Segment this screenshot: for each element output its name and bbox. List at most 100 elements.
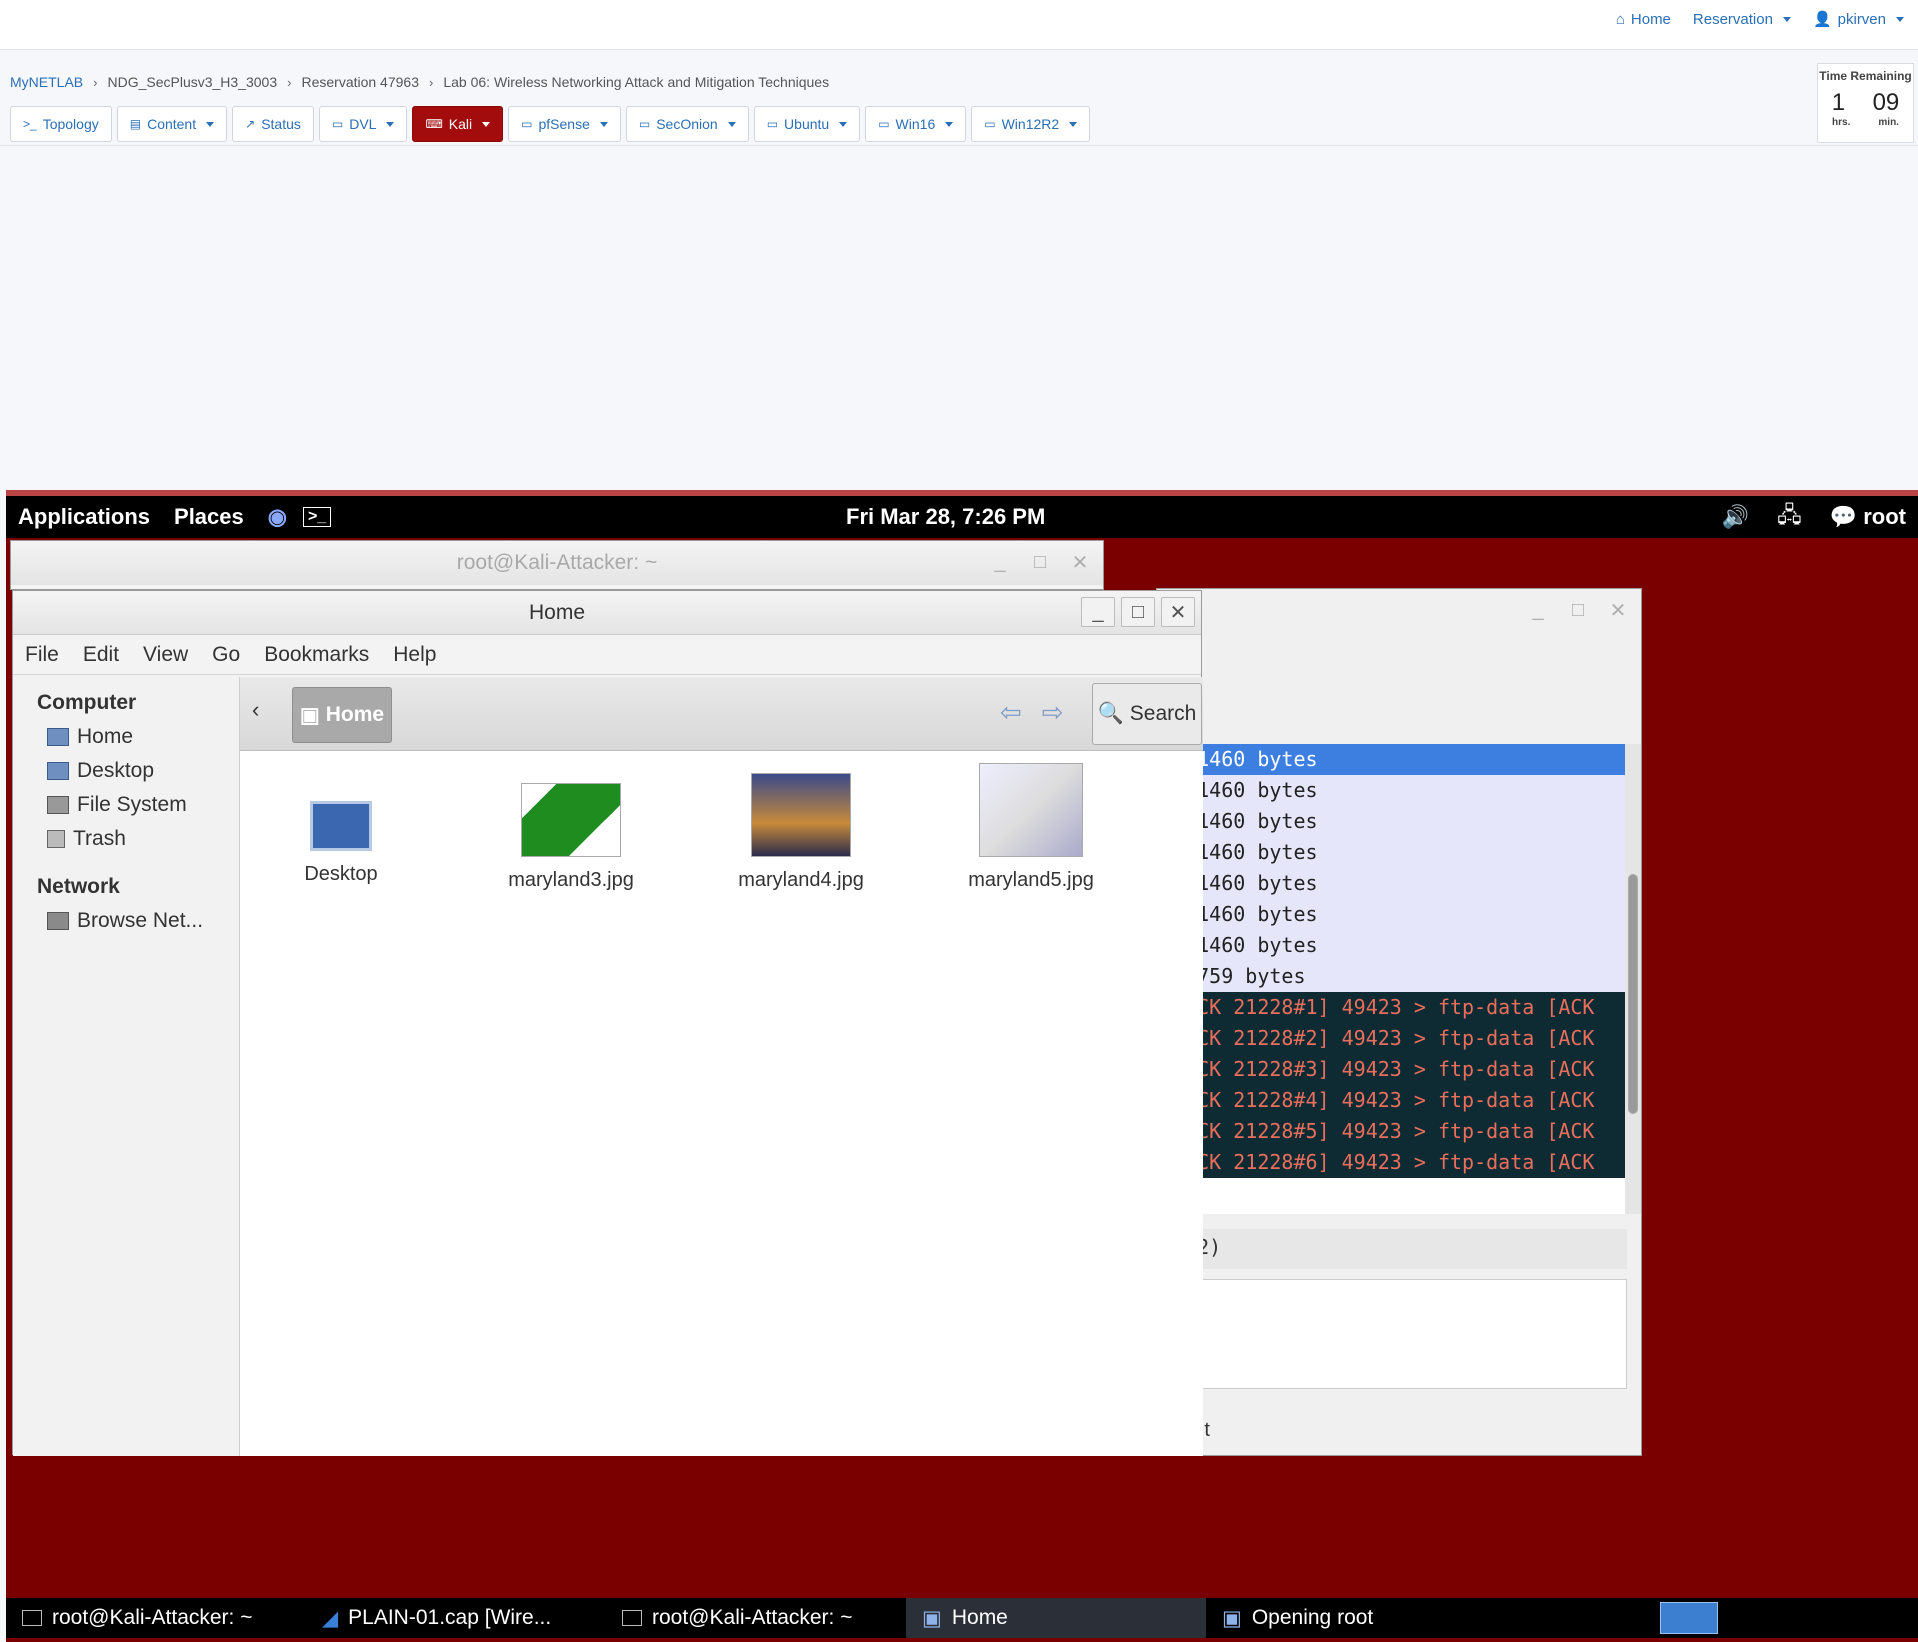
forward-arrow-icon[interactable]: ⇨ — [1042, 697, 1064, 728]
packet-row[interactable]: a: 1460 bytes — [1157, 930, 1625, 961]
terminal-window[interactable]: root@Kali-Attacker: ~ _ □ ✕ — [10, 540, 1104, 590]
packet-bytes[interactable] — [1157, 1279, 1627, 1389]
packet-row[interactable]: o ACK 21228#6] 49423 > ftp-data [ACK — [1157, 1147, 1625, 1178]
task-terminal-1[interactable]: root@Kali-Attacker: ~ — [6, 1598, 306, 1638]
breadcrumb: MyNETLAB › NDG_SecPlusv3_H3_3003 › Reserva… — [10, 74, 830, 90]
tab-status[interactable]: ↗ Status — [232, 106, 314, 142]
home-folder-icon: ▣ — [299, 703, 320, 727]
sidebar-item-desktop[interactable]: Desktop — [13, 749, 239, 783]
file-item-maryland5[interactable]: maryland5.jpg — [946, 763, 1116, 892]
menu-file[interactable]: File — [13, 643, 71, 667]
nav-reservation-menu[interactable]: Reservation — [1693, 10, 1791, 28]
minutes-value: 09 — [1872, 89, 1900, 116]
file-view[interactable]: Desktop maryland3.jpg maryland4.jpg mary… — [240, 751, 1203, 1456]
packet-row[interactable]: a: 1460 bytes — [1157, 744, 1625, 775]
nav-home-link[interactable]: ⌂ Home — [1616, 10, 1671, 28]
maximize-icon[interactable]: □ — [1561, 595, 1595, 625]
breadcrumb-mynetlab[interactable]: MyNETLAB — [10, 74, 83, 90]
sidebar-item-browse-network[interactable]: Browse Net... — [13, 899, 239, 933]
panel-clock[interactable]: Fri Mar 28, 7:26 PM — [846, 504, 1045, 530]
workspace-switcher[interactable] — [1660, 1602, 1718, 1634]
search-button[interactable]: 🔍 Search — [1092, 683, 1202, 745]
breadcrumb-course[interactable]: NDG_SecPlusv3_H3_3003 — [107, 74, 277, 90]
window-title: Home — [528, 600, 586, 624]
file-item-desktop[interactable]: Desktop — [256, 801, 426, 886]
tab-dvl[interactable]: ▭ DVL — [318, 106, 408, 142]
file-manager-window[interactable]: Home _ □ ✕ File Edit View Go Bookmarks Hel… — [12, 590, 1203, 1456]
globe-icon[interactable]: ◉ — [256, 504, 299, 530]
menu-bar: File Edit View Go Bookmarks Help — [13, 635, 1201, 675]
laptop-icon: ▭ — [521, 117, 533, 131]
sidebar-item-home[interactable]: Home — [13, 715, 239, 749]
nav-user-menu[interactable]: 👤 pkirven — [1813, 10, 1904, 28]
menu-view[interactable]: View — [131, 643, 200, 667]
tab-pfsense[interactable]: ▭ pfSense — [508, 106, 621, 142]
packet-row[interactable]: a: 1460 bytes — [1157, 837, 1625, 868]
minimize-icon[interactable]: _ — [983, 547, 1017, 577]
caret-down-icon — [839, 121, 848, 127]
wireshark-window[interactable]: _ □ ✕ a: 1460 bytes a: 1460 bytes a: 1460 by… — [1156, 588, 1642, 1456]
volume-icon[interactable]: 🔊 — [1722, 504, 1749, 530]
sidebar-item-filesystem[interactable]: File System — [13, 783, 239, 817]
tab-win12r2[interactable]: ▭ Win12R2 — [971, 106, 1091, 142]
menu-bookmarks[interactable]: Bookmarks — [252, 643, 381, 667]
terminal-icon[interactable]: >_ — [302, 507, 332, 527]
menu-go[interactable]: Go — [200, 643, 252, 667]
maximize-icon[interactable]: □ — [1023, 547, 1057, 577]
packet-row[interactable]: a: 759 bytes — [1157, 961, 1625, 992]
caret-down-icon — [599, 121, 608, 127]
packet-row[interactable]: a: 1460 bytes — [1157, 806, 1625, 837]
task-wireshark[interactable]: ◢ PLAIN-01.cap [Wire... — [306, 1598, 606, 1638]
task-opening-root[interactable]: ▣ Opening root — [1206, 1598, 1506, 1638]
packet-list[interactable]: a: 1460 bytes a: 1460 bytes a: 1460 bytes a… — [1157, 744, 1625, 1214]
tab-seconion[interactable]: ▭ SecOnion — [625, 106, 749, 142]
close-icon[interactable]: ✕ — [1161, 597, 1195, 627]
tab-kali[interactable]: ⌨ Kali — [412, 106, 504, 142]
packet-detail[interactable]: .2.2) — [1157, 1229, 1627, 1269]
tab-topology[interactable]: >_ Topology — [10, 106, 112, 142]
network-icon[interactable]: 🖧 — [1777, 498, 1802, 536]
file-item-maryland4[interactable]: maryland4.jpg — [716, 773, 886, 892]
packet-row[interactable]: a: 1460 bytes — [1157, 775, 1625, 806]
tab-win16[interactable]: ▭ Win16 — [865, 106, 967, 142]
minimize-icon[interactable]: _ — [1521, 595, 1555, 625]
path-button-home[interactable]: ▣ Home — [292, 687, 392, 743]
image-thumbnail-icon — [751, 773, 851, 857]
task-terminal-2[interactable]: root@Kali-Attacker: ~ — [606, 1598, 906, 1638]
vm-console[interactable]: Applications Places ◉ >_ Fri Mar 28, 7:2… — [6, 490, 1918, 1642]
packet-row[interactable]: o ACK 21228#4] 49423 > ftp-data [ACK — [1157, 1085, 1625, 1116]
chevron-left-icon[interactable]: ‹ — [252, 697, 259, 723]
caret-down-icon — [482, 121, 491, 127]
breadcrumb-reservation[interactable]: Reservation 47963 — [301, 74, 419, 90]
packet-row[interactable]: a: 1460 bytes — [1157, 868, 1625, 899]
applications-menu[interactable]: Applications — [6, 504, 162, 530]
packet-row[interactable]: o ACK 21228#2] 49423 > ftp-data [ACK — [1157, 1023, 1625, 1054]
back-arrow-icon[interactable]: ⇦ — [1000, 697, 1022, 728]
places-sidebar: Computer Home Desktop File System Trash … — [13, 677, 240, 1456]
minimize-icon[interactable]: _ — [1081, 597, 1115, 627]
close-icon[interactable]: ✕ — [1063, 547, 1097, 577]
drive-icon — [47, 796, 69, 814]
task-home[interactable]: ▣ Home — [906, 1598, 1206, 1638]
caret-down-icon — [1896, 16, 1904, 22]
packet-row[interactable]: o ACK 21228#1] 49423 > ftp-data [ACK — [1157, 992, 1625, 1023]
menu-edit[interactable]: Edit — [71, 643, 131, 667]
menu-help[interactable]: Help — [381, 643, 448, 667]
packet-list-scrollbar[interactable] — [1625, 744, 1641, 1214]
caret-down-icon — [206, 121, 215, 127]
packet-row[interactable]: a: 1460 bytes — [1157, 899, 1625, 930]
sidebar-header-computer: Computer — [37, 691, 137, 714]
trash-icon — [47, 830, 65, 848]
places-menu[interactable]: Places — [162, 504, 256, 530]
user-menu[interactable]: 💬 root — [1830, 504, 1906, 530]
tab-ubuntu[interactable]: ▭ Ubuntu — [753, 106, 861, 142]
sidebar-item-trash[interactable]: Trash — [13, 817, 239, 851]
laptop-icon: ▭ — [766, 117, 779, 131]
close-icon[interactable]: ✕ — [1601, 595, 1635, 625]
maximize-icon[interactable]: □ — [1121, 597, 1155, 627]
packet-row[interactable]: o ACK 21228#3] 49423 > ftp-data [ACK — [1157, 1054, 1625, 1085]
tab-content[interactable]: ▤ Content — [116, 106, 228, 142]
wireshark-fin-icon: ◢ — [322, 1606, 339, 1630]
packet-row[interactable]: o ACK 21228#5] 49423 > ftp-data [ACK — [1157, 1116, 1625, 1147]
file-item-maryland3[interactable]: maryland3.jpg — [486, 783, 656, 892]
